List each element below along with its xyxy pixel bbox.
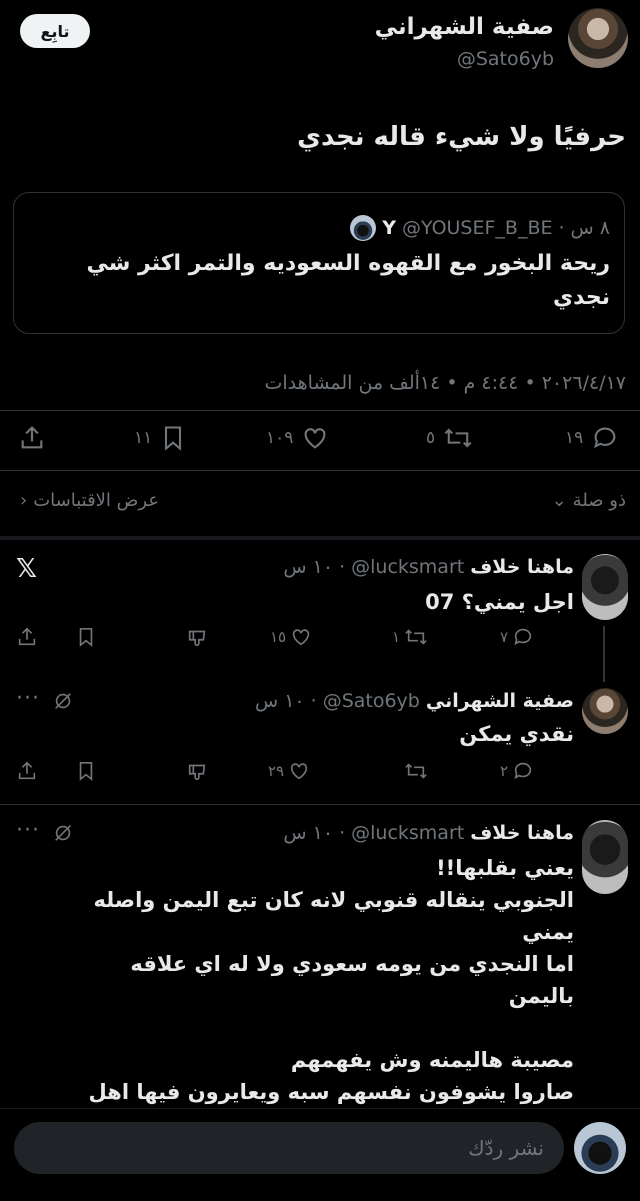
my-avatar[interactable] bbox=[574, 1122, 626, 1174]
reply-time: ١٠ س bbox=[283, 556, 334, 578]
author-name[interactable]: صفية الشهراني bbox=[375, 14, 554, 40]
dot-separator: · bbox=[310, 690, 317, 712]
repost-icon bbox=[443, 424, 473, 452]
repost-count: ٥ bbox=[426, 428, 436, 448]
reply-line bbox=[14, 1012, 574, 1044]
follow-button[interactable]: تابِع bbox=[20, 14, 90, 48]
related-toggle[interactable]: ذو صلة ⌄ bbox=[552, 490, 626, 511]
reply-icon bbox=[514, 762, 532, 779]
share-icon[interactable] bbox=[18, 424, 46, 452]
chevron-left-icon: ‹ bbox=[20, 490, 28, 511]
like-action[interactable]: ٢٩ bbox=[268, 760, 310, 782]
quote-handle: @YOUSEF_B_BE bbox=[402, 217, 553, 239]
reply-count: ٢ bbox=[500, 762, 509, 780]
bookmark-action[interactable]: ١١ bbox=[134, 424, 186, 452]
muted-grok-icon[interactable] bbox=[52, 690, 74, 712]
reply-author-name[interactable]: صفية الشهراني bbox=[426, 690, 574, 712]
repost-icon bbox=[405, 763, 427, 779]
repost-action[interactable] bbox=[404, 760, 428, 782]
thread-line bbox=[603, 626, 605, 682]
reply-author-name[interactable]: ماهنا خلاف bbox=[470, 822, 574, 844]
reply-composer-input[interactable]: نشر ردّك bbox=[14, 1122, 564, 1174]
reply-line: مصيبة هاليمنه وش يفهمهم bbox=[290, 1048, 574, 1072]
reply-icon bbox=[514, 628, 532, 645]
reply-line: الجنوبي ينقاله قنوبي لانه كان تبع اليمن … bbox=[93, 888, 574, 912]
reply-line: يمني bbox=[522, 920, 574, 944]
dot-separator: · bbox=[339, 822, 346, 844]
repost-icon bbox=[405, 629, 427, 645]
divider bbox=[0, 470, 640, 471]
tweet-text: حرفيًا ولا شيء قاله نجدي bbox=[297, 122, 626, 152]
related-label: ذو صلة bbox=[572, 490, 626, 511]
bookmark-icon[interactable] bbox=[76, 626, 96, 648]
dot-separator: · bbox=[339, 556, 346, 578]
more-options-icon[interactable]: ··· bbox=[16, 818, 40, 843]
heart-icon bbox=[301, 424, 329, 452]
reply-avatar[interactable] bbox=[582, 554, 628, 620]
view-quotes-link[interactable]: عرض الاقتباسات ‹ bbox=[20, 490, 159, 511]
section-divider bbox=[0, 536, 640, 540]
quote-card[interactable]: ٨ س · @YOUSEF_B_BE Y ريحة البخور مع القه… bbox=[13, 192, 625, 334]
repost-action[interactable]: ٥ bbox=[426, 424, 473, 452]
quote-header: ٨ س · @YOUSEF_B_BE Y bbox=[350, 215, 610, 241]
author-handle[interactable]: @Sato6yb bbox=[457, 48, 554, 70]
reply-text: نقدي يمكن bbox=[459, 722, 574, 746]
reply-action[interactable]: ٢ bbox=[500, 760, 534, 782]
more-options-icon[interactable]: ··· bbox=[16, 686, 40, 711]
quote-text-line-1: ريحة البخور مع القهوه السعوديه والتمر اك… bbox=[86, 251, 611, 276]
reply-header: صفية الشهراني @Sato6yb · ١٠ س bbox=[255, 690, 574, 712]
bookmark-icon bbox=[160, 424, 186, 452]
share-icon[interactable] bbox=[16, 626, 38, 648]
quote-author-name: Y bbox=[382, 217, 396, 239]
reply-header: ماهنا خلاف @lucksmart · ١٠ س bbox=[283, 822, 574, 844]
composer-placeholder: نشر ردّك bbox=[468, 1136, 544, 1160]
reply-text: اجل يمني؟ 07 bbox=[425, 590, 574, 614]
dislike-icon[interactable] bbox=[186, 626, 208, 648]
quote-time: ٨ س bbox=[570, 217, 610, 239]
reply-line: صاروا يشوفون نفسهم سبه ويعايرون فيها اهل bbox=[88, 1080, 574, 1104]
quotes-label: عرض الاقتباسات bbox=[33, 490, 160, 511]
tweet-meta: ٢٠٢٦/٤/١٧ • ٤:٤٤ م • ١٤ألف من المشاهدات bbox=[264, 372, 627, 394]
author-avatar[interactable] bbox=[568, 8, 628, 68]
x-logo-icon: 𝕏 bbox=[16, 554, 37, 584]
like-count: ١٥ bbox=[270, 628, 287, 646]
reply-count: ٧ bbox=[500, 628, 509, 646]
repost-count: ١ bbox=[392, 628, 401, 646]
reply-line: اما النجدي من يومه سعودي ولا له اي علاقه bbox=[130, 952, 574, 976]
like-count: ١٠٩ bbox=[266, 428, 294, 448]
reply-time: ١٠ س bbox=[254, 690, 305, 712]
divider bbox=[0, 410, 640, 411]
reply-action[interactable]: ١٩ bbox=[565, 424, 619, 452]
reply-handle[interactable]: @lucksmart bbox=[351, 822, 464, 844]
chevron-down-icon: ⌄ bbox=[551, 490, 567, 511]
reply-count: ١٩ bbox=[565, 428, 584, 448]
reply-icon bbox=[591, 424, 619, 452]
reply-author-name[interactable]: ماهنا خلاف bbox=[470, 556, 574, 578]
reply-time: ١٠ س bbox=[283, 822, 334, 844]
muted-grok-icon[interactable] bbox=[52, 822, 74, 844]
dislike-icon[interactable] bbox=[186, 760, 208, 782]
reply-handle[interactable]: @lucksmart bbox=[351, 556, 464, 578]
divider bbox=[0, 804, 640, 805]
dot-separator: · bbox=[558, 217, 565, 239]
like-action[interactable]: ١٠٩ bbox=[266, 424, 329, 452]
bookmark-icon[interactable] bbox=[76, 760, 96, 782]
reply-avatar[interactable] bbox=[582, 820, 628, 894]
repost-action[interactable]: ١ bbox=[392, 626, 428, 648]
quote-avatar bbox=[350, 215, 377, 241]
heart-icon bbox=[290, 763, 308, 780]
reply-handle[interactable]: @Sato6yb bbox=[323, 690, 420, 712]
reply-text-block: يعني بقلبها!! الجنوبي ينقاله قنوبي لانه … bbox=[14, 852, 574, 1108]
reply-line: باليمن bbox=[508, 984, 574, 1008]
like-action[interactable]: ١٥ bbox=[270, 626, 312, 648]
bookmark-count: ١١ bbox=[134, 428, 153, 448]
reply-header: ماهنا خلاف @lucksmart · ١٠ س bbox=[283, 556, 574, 578]
quote-text-line-2: نجدي bbox=[553, 285, 610, 310]
share-icon[interactable] bbox=[16, 760, 38, 782]
heart-icon bbox=[292, 629, 310, 646]
like-count: ٢٩ bbox=[268, 762, 285, 780]
reply-line: يعني بقلبها!! bbox=[436, 856, 574, 880]
reply-action[interactable]: ٧ bbox=[500, 626, 534, 648]
reply-avatar[interactable] bbox=[582, 688, 628, 734]
